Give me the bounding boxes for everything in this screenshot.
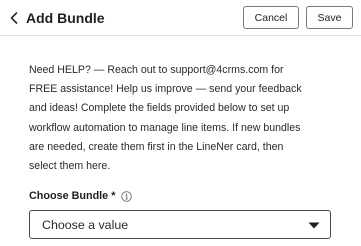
help-line: select them here.: [29, 160, 111, 173]
required-mark: *: [111, 190, 116, 202]
help-line: and ideas! Complete the fields provided …: [29, 102, 290, 115]
back-button[interactable]: [6, 9, 22, 27]
bundle-select-value: Choose a value: [42, 218, 129, 232]
help-description: Need HELP? — Reach out to support@4crms.…: [29, 61, 355, 176]
help-line: Need HELP? — Reach out to support@4crms.…: [29, 64, 284, 76]
bundle-field-label: Choose Bundle: [29, 190, 109, 202]
page-title: Add Bundle: [26, 10, 105, 26]
bundle-select[interactable]: Choose a value: [29, 210, 331, 239]
cancel-button[interactable]: Cancel: [243, 6, 299, 29]
help-line: workflow automation to manage line items…: [29, 121, 301, 134]
info-circle-icon[interactable]: [121, 190, 133, 202]
help-line: FREE assistance! Help us improve — send …: [29, 83, 302, 96]
panel-header: Add Bundle Cancel Save: [0, 0, 361, 36]
chevron-left-icon: [10, 12, 18, 24]
save-button[interactable]: Save: [306, 6, 353, 29]
caret-down-icon: [308, 222, 320, 229]
bundle-field-label-row: Choose Bundle *: [29, 188, 133, 204]
help-line: are needed, create them first in the Lin…: [29, 140, 284, 153]
